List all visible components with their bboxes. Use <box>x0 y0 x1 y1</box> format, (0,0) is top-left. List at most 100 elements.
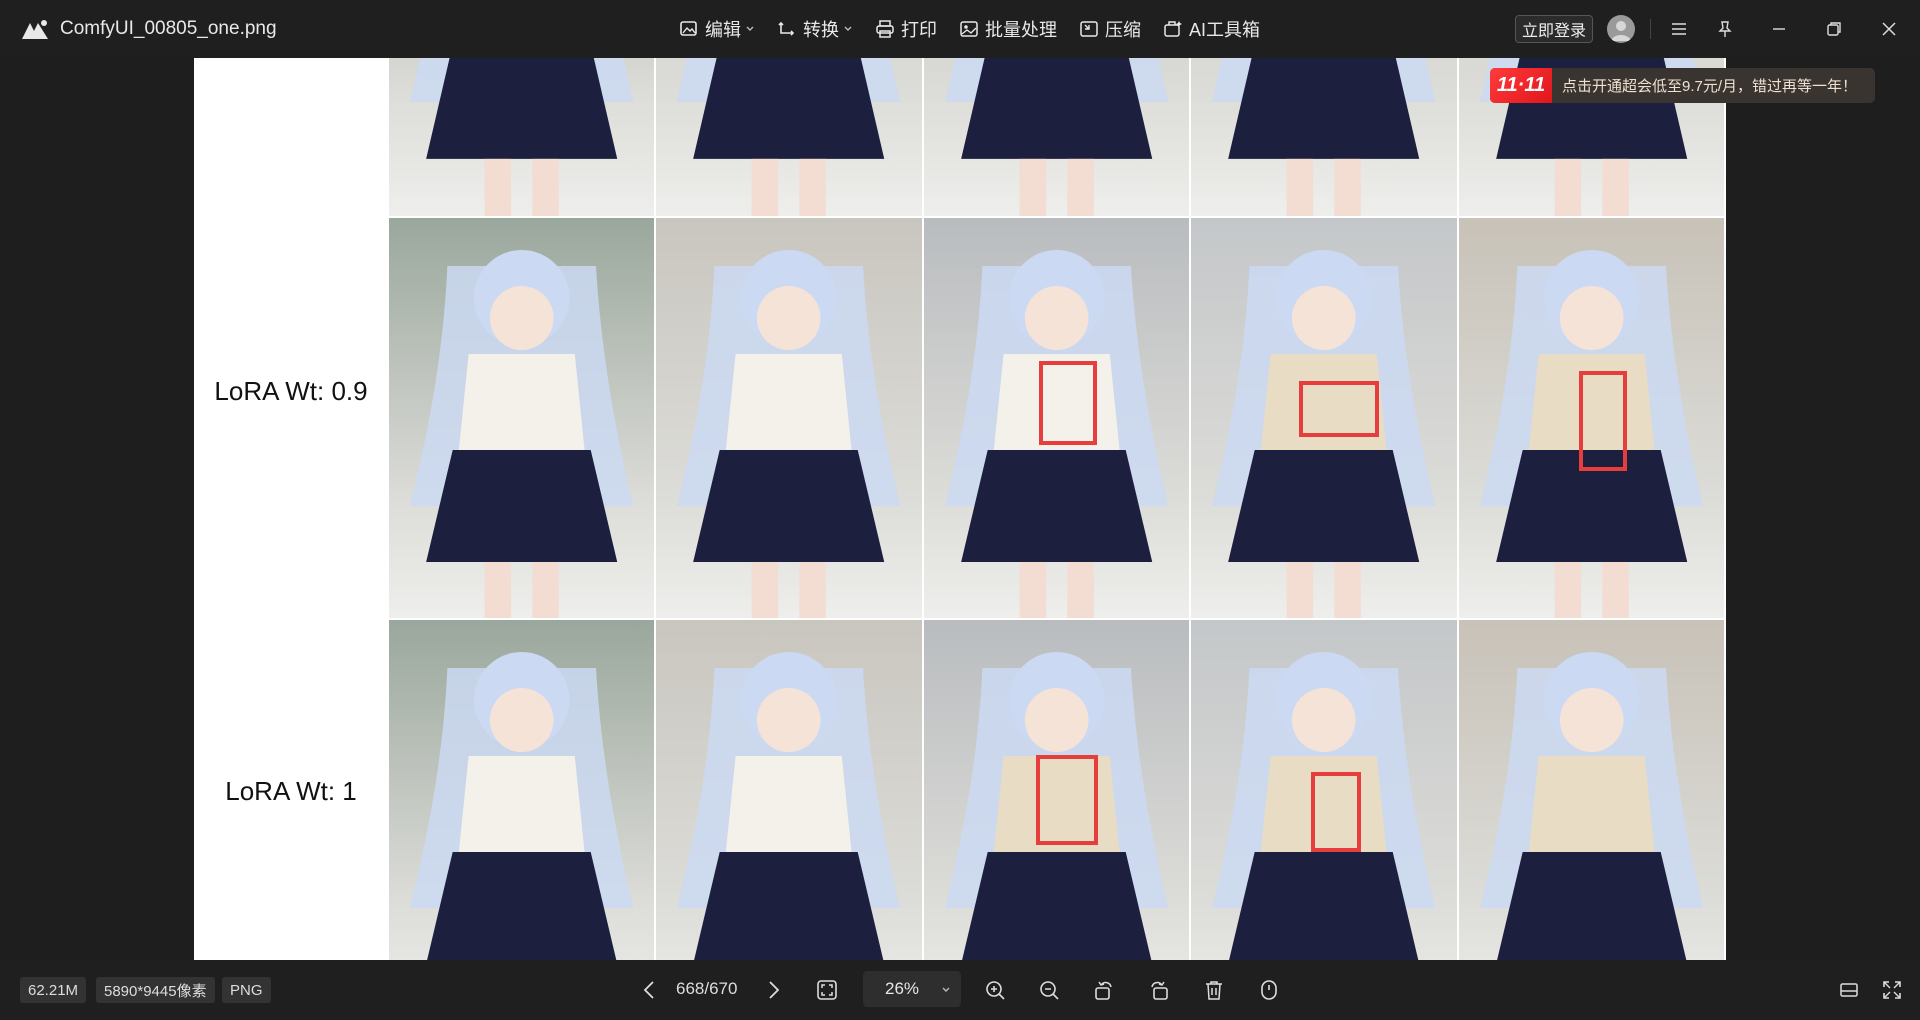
batch-process-button[interactable]: 批量处理 <box>948 14 1068 44</box>
close-icon <box>1882 22 1896 36</box>
chevron-down-icon <box>844 26 852 31</box>
convert-menu[interactable]: 转换 <box>766 14 864 44</box>
zoom-select[interactable]: 26% <box>863 971 961 1007</box>
user-icon <box>1611 21 1631 41</box>
row-label-1: LoRA Wt: 1 <box>225 776 357 806</box>
promo-badge: 11·11 <box>1490 68 1552 103</box>
character-illustration <box>410 652 634 960</box>
rotate-left-button[interactable] <box>1088 974 1120 1006</box>
image-grid <box>389 58 1726 960</box>
row-label-0.9: LoRA Wt: 0.9 <box>214 376 368 406</box>
character-illustration <box>410 58 634 216</box>
convert-label: 转换 <box>803 20 839 40</box>
restore-button[interactable] <box>1821 16 1847 42</box>
highlight-box <box>1578 371 1627 471</box>
rotate-right-button[interactable] <box>1143 974 1175 1006</box>
next-image-button[interactable] <box>757 974 789 1006</box>
highlight-box <box>1038 361 1097 445</box>
pin-icon <box>1718 21 1732 37</box>
edit-image-icon <box>680 21 697 36</box>
zoom-out-button[interactable] <box>1033 974 1065 1006</box>
format-badge: PNG <box>222 977 271 1003</box>
minimize-button[interactable] <box>1766 16 1792 42</box>
fit-to-window-button[interactable] <box>811 974 843 1006</box>
title-separator <box>1650 19 1651 39</box>
character-illustration <box>945 58 1168 216</box>
file-size-badge: 62.21M <box>20 977 87 1003</box>
grid-image-cell <box>389 58 655 216</box>
highlight-box <box>1311 772 1362 852</box>
grid-image-cell <box>923 58 1190 216</box>
pin-button[interactable] <box>1712 16 1738 42</box>
chevron-down-icon <box>746 26 754 31</box>
thumbnail-toggle-button[interactable] <box>1833 974 1865 1006</box>
compress-label: 压缩 <box>1105 20 1141 40</box>
ai-toolbox-button[interactable]: AI工具箱 <box>1152 14 1271 44</box>
print-label: 打印 <box>901 20 937 40</box>
rotate-right-icon <box>1151 981 1168 1000</box>
zoom-out-icon <box>1040 981 1059 1000</box>
print-button[interactable]: 打印 <box>864 14 948 44</box>
chevron-left-icon <box>643 981 654 999</box>
character-illustration <box>677 250 901 618</box>
trash-icon <box>1206 981 1222 1000</box>
batch-label: 批量处理 <box>985 20 1057 40</box>
thumbnail-panel-icon <box>1840 983 1858 997</box>
zoom-value: 26% <box>885 979 920 998</box>
login-button[interactable]: 立即登录 <box>1515 15 1593 43</box>
ai-toolbox-label: AI工具箱 <box>1189 20 1261 40</box>
menu-button[interactable] <box>1666 16 1692 42</box>
title-bar: ComfyUI_00805_one.png 编辑 转换 打印 批量处理 压缩 A… <box>0 0 1920 58</box>
edit-label: 编辑 <box>705 20 741 40</box>
compress-icon <box>1080 21 1098 37</box>
grid-image-cell <box>656 218 922 618</box>
character-illustration <box>1479 652 1703 960</box>
highlight-box <box>1035 755 1098 845</box>
highlight-box <box>1299 381 1380 437</box>
dimensions-badge: 5890*9445像素 <box>96 977 215 1003</box>
window-title: ComfyUI_00805_one.png <box>60 18 277 39</box>
close-button[interactable] <box>1876 16 1902 42</box>
fullscreen-icon <box>1883 981 1901 999</box>
convert-icon <box>778 21 795 36</box>
chevron-down-icon <box>942 987 950 992</box>
zoom-in-button[interactable] <box>979 974 1011 1006</box>
grid-image-cell <box>656 620 922 960</box>
avatar[interactable] <box>1607 15 1635 43</box>
character-illustration <box>677 652 901 960</box>
grid-image-cell <box>1191 58 1457 216</box>
zoom-in-icon <box>986 981 1005 1000</box>
rotate-left-icon <box>1095 981 1112 1000</box>
minimize-icon <box>1773 28 1785 30</box>
row-label-column: LoRA Wt: 0.9 LoRA Wt: 1 <box>194 58 388 960</box>
batch-image-icon <box>960 21 978 37</box>
info-button[interactable] <box>1253 974 1285 1006</box>
image-canvas[interactable]: LoRA Wt: 0.9 LoRA Wt: 1 <box>0 58 1920 960</box>
grid-image-cell <box>1458 620 1724 960</box>
printer-icon <box>876 20 894 38</box>
grid-image-cell <box>389 218 655 618</box>
hamburger-menu-icon <box>1672 23 1686 35</box>
status-bar: 62.21M 5890*9445像素 PNG 668/670 26% <box>0 960 1920 1020</box>
grid-image-cell <box>389 620 655 960</box>
page-indicator: 668/670 <box>676 979 738 998</box>
grid-image-cell <box>656 58 922 216</box>
fit-screen-icon <box>817 980 837 1000</box>
displayed-image[interactable]: LoRA Wt: 0.9 LoRA Wt: 1 <box>194 58 1726 960</box>
chevron-right-icon <box>769 981 780 999</box>
info-icon <box>1261 980 1277 1000</box>
app-logo-icon <box>22 20 48 39</box>
fullscreen-button[interactable] <box>1876 974 1908 1006</box>
ai-toolbox-icon <box>1164 21 1182 37</box>
character-illustration <box>410 250 634 618</box>
previous-image-button[interactable] <box>634 974 666 1006</box>
promo-text: 点击开通超会低至9.7元/月，错过再等一年！ <box>1562 78 1858 95</box>
delete-button[interactable] <box>1198 974 1230 1006</box>
edit-menu[interactable]: 编辑 <box>668 14 766 44</box>
promo-banner[interactable]: 11·11 点击开通超会低至9.7元/月，错过再等一年！ <box>1490 68 1875 103</box>
restore-icon <box>1827 22 1841 36</box>
compress-button[interactable]: 压缩 <box>1068 14 1152 44</box>
main-toolbar: 编辑 转换 打印 批量处理 压缩 AI工具箱 <box>668 14 1271 44</box>
character-illustration <box>677 58 901 216</box>
character-illustration <box>1212 58 1436 216</box>
